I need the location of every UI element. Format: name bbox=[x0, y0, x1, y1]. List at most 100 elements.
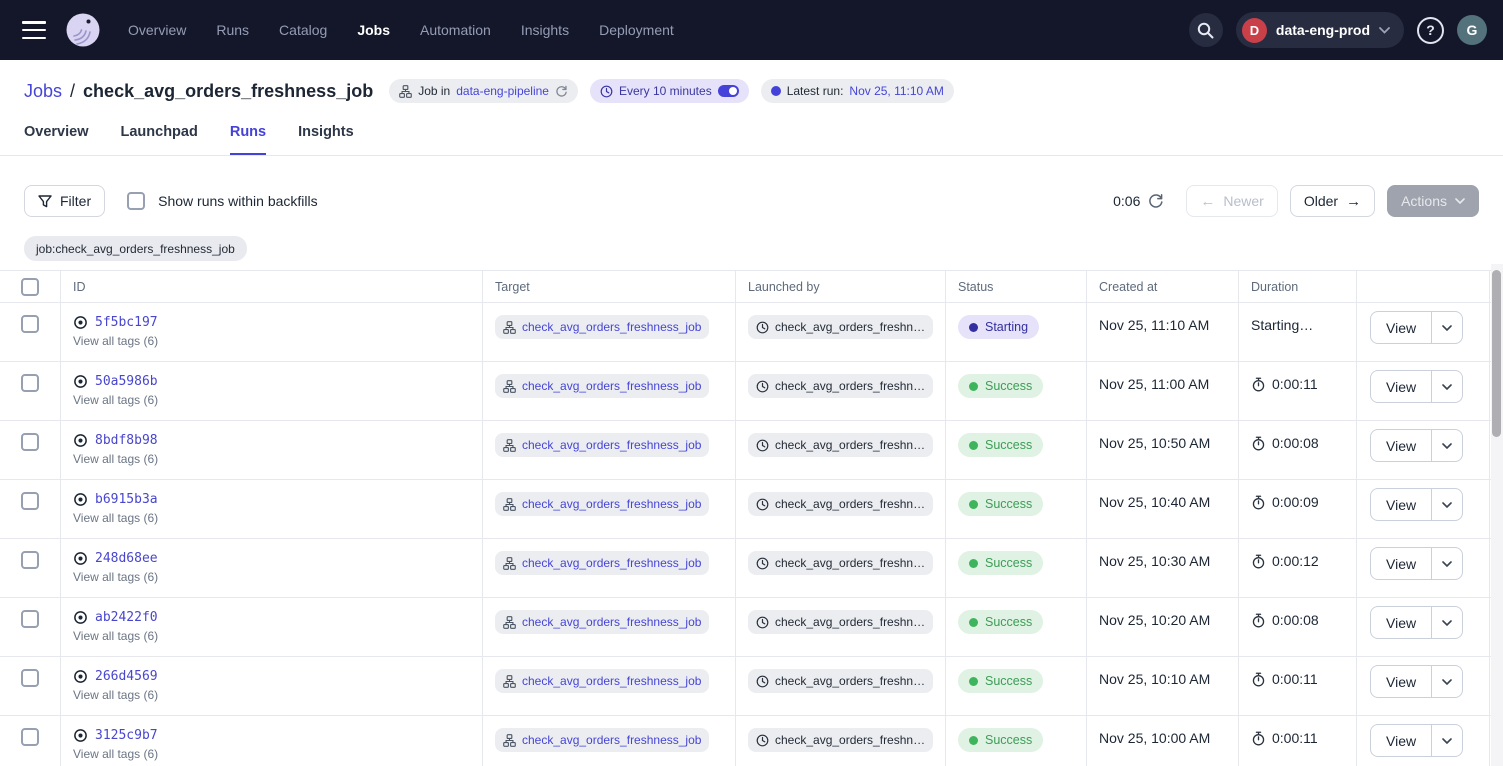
chevron-down-icon bbox=[1455, 198, 1465, 204]
older-button[interactable]: Older → bbox=[1290, 185, 1375, 217]
table-row: b6915b3a View all tags (6) check_avg_ord… bbox=[0, 480, 1503, 539]
topnav-link[interactable]: Runs bbox=[216, 22, 249, 38]
target-job-link[interactable]: check_avg_orders_freshness_job bbox=[522, 379, 701, 393]
view-run-button[interactable]: View bbox=[1371, 548, 1432, 579]
target-job-link[interactable]: check_avg_orders_freshness_job bbox=[522, 674, 701, 688]
hamburger-menu-icon[interactable] bbox=[22, 21, 46, 39]
row-checkbox[interactable] bbox=[21, 433, 39, 451]
refresh-countdown: 0:06 bbox=[1113, 193, 1164, 209]
scrollbar-thumb[interactable] bbox=[1492, 270, 1501, 437]
topnav-link[interactable]: Catalog bbox=[279, 22, 327, 38]
run-target-icon bbox=[73, 315, 88, 330]
view-dropdown-button[interactable] bbox=[1432, 666, 1462, 697]
show-backfills-checkbox[interactable] bbox=[127, 192, 145, 210]
row-checkbox[interactable] bbox=[21, 610, 39, 628]
table-scrollbar[interactable] bbox=[1491, 264, 1503, 766]
reload-icon[interactable] bbox=[555, 85, 568, 98]
launched-by-schedule[interactable]: check_avg_orders_freshn… bbox=[775, 556, 925, 570]
target-job-link[interactable]: check_avg_orders_freshness_job bbox=[522, 733, 701, 747]
view-dropdown-button[interactable] bbox=[1432, 489, 1462, 520]
user-avatar[interactable]: G bbox=[1457, 15, 1487, 45]
view-run-button[interactable]: View bbox=[1371, 607, 1432, 638]
launched-by-schedule[interactable]: check_avg_orders_freshn… bbox=[775, 497, 925, 511]
view-dropdown-button[interactable] bbox=[1432, 725, 1462, 756]
status-cell: Success bbox=[945, 362, 1086, 420]
view-run-button[interactable]: View bbox=[1371, 666, 1432, 697]
tab[interactable]: Overview bbox=[24, 118, 89, 155]
actions-button[interactable]: Actions bbox=[1387, 185, 1479, 217]
run-id-cell: b6915b3a View all tags (6) bbox=[60, 480, 482, 538]
launched-by-schedule[interactable]: check_avg_orders_freshn… bbox=[775, 320, 925, 334]
run-id-link[interactable]: 8bdf8b98 bbox=[95, 433, 158, 448]
target-job-link[interactable]: check_avg_orders_freshness_job bbox=[522, 497, 701, 511]
topnav-link[interactable]: Jobs bbox=[357, 22, 390, 38]
row-checkbox[interactable] bbox=[21, 492, 39, 510]
run-id-link[interactable]: b6915b3a bbox=[95, 492, 158, 507]
schedule-clock-icon bbox=[756, 557, 769, 570]
pipeline-link[interactable]: data-eng-pipeline bbox=[456, 84, 549, 98]
view-all-tags-link[interactable]: View all tags (6) bbox=[73, 570, 158, 584]
view-all-tags-link[interactable]: View all tags (6) bbox=[73, 334, 158, 348]
target-job-link[interactable]: check_avg_orders_freshness_job bbox=[522, 320, 701, 334]
view-run-button[interactable]: View bbox=[1371, 489, 1432, 520]
latest-run-link[interactable]: Nov 25, 11:10 AM bbox=[849, 84, 944, 98]
tab[interactable]: Launchpad bbox=[121, 118, 198, 155]
view-all-tags-link[interactable]: View all tags (6) bbox=[73, 629, 158, 643]
run-id-link[interactable]: 248d68ee bbox=[95, 551, 158, 566]
row-checkbox[interactable] bbox=[21, 374, 39, 392]
topnav-link[interactable]: Deployment bbox=[599, 22, 674, 38]
topnav-link[interactable]: Insights bbox=[521, 22, 569, 38]
view-split-button: View bbox=[1370, 370, 1463, 403]
run-id-link[interactable]: 5f5bc197 bbox=[95, 315, 158, 330]
dagster-logo-icon[interactable] bbox=[64, 11, 102, 49]
view-all-tags-link[interactable]: View all tags (6) bbox=[73, 747, 158, 761]
select-all-checkbox[interactable] bbox=[21, 278, 39, 296]
target-job-link[interactable]: check_avg_orders_freshness_job bbox=[522, 556, 701, 570]
view-dropdown-button[interactable] bbox=[1432, 607, 1462, 638]
view-dropdown-button[interactable] bbox=[1432, 371, 1462, 402]
view-all-tags-link[interactable]: View all tags (6) bbox=[73, 452, 158, 466]
schedule-clock-icon bbox=[756, 498, 769, 511]
view-all-tags-link[interactable]: View all tags (6) bbox=[73, 393, 158, 407]
newer-button[interactable]: ← Newer bbox=[1186, 185, 1277, 217]
breadcrumb-jobs-link[interactable]: Jobs bbox=[24, 81, 62, 102]
actions-label: Actions bbox=[1401, 193, 1447, 209]
view-all-tags-link[interactable]: View all tags (6) bbox=[73, 688, 158, 702]
run-id-link[interactable]: ab2422f0 bbox=[95, 610, 158, 625]
search-button[interactable] bbox=[1189, 13, 1223, 47]
view-run-button[interactable]: View bbox=[1371, 725, 1432, 756]
view-all-tags-link[interactable]: View all tags (6) bbox=[73, 511, 158, 525]
view-dropdown-button[interactable] bbox=[1432, 430, 1462, 461]
created-at: Nov 25, 10:00 AM bbox=[1099, 730, 1210, 746]
launched-by-schedule[interactable]: check_avg_orders_freshn… bbox=[775, 674, 925, 688]
topnav-link[interactable]: Overview bbox=[128, 22, 186, 38]
topnav-link[interactable]: Automation bbox=[420, 22, 491, 38]
view-run-button[interactable]: View bbox=[1371, 371, 1432, 402]
run-id-link[interactable]: 266d4569 bbox=[95, 669, 158, 684]
view-run-button[interactable]: View bbox=[1371, 312, 1432, 343]
row-checkbox[interactable] bbox=[21, 728, 39, 746]
row-checkbox[interactable] bbox=[21, 669, 39, 687]
launched-by-schedule[interactable]: check_avg_orders_freshn… bbox=[775, 615, 925, 629]
row-checkbox[interactable] bbox=[21, 551, 39, 569]
launched-by-schedule[interactable]: check_avg_orders_freshn… bbox=[775, 379, 925, 393]
filter-button[interactable]: Filter bbox=[24, 185, 105, 217]
launched-by-schedule[interactable]: check_avg_orders_freshn… bbox=[775, 438, 925, 452]
tab[interactable]: Insights bbox=[298, 118, 354, 155]
help-button[interactable]: ? bbox=[1417, 17, 1444, 44]
view-dropdown-button[interactable] bbox=[1432, 312, 1462, 343]
workspace-switcher[interactable]: D data-eng-prod bbox=[1236, 12, 1404, 48]
launched-by-schedule[interactable]: check_avg_orders_freshn… bbox=[775, 733, 925, 747]
tab[interactable]: Runs bbox=[230, 118, 266, 155]
run-id-link[interactable]: 50a5986b bbox=[95, 374, 158, 389]
run-id-link[interactable]: 3125c9b7 bbox=[95, 728, 158, 743]
view-dropdown-button[interactable] bbox=[1432, 548, 1462, 579]
target-job-link[interactable]: check_avg_orders_freshness_job bbox=[522, 438, 701, 452]
schedule-toggle[interactable] bbox=[718, 85, 739, 97]
job-filter-tag[interactable]: job:check_avg_orders_freshness_job bbox=[24, 236, 247, 261]
countdown-refresh-icon[interactable] bbox=[1148, 193, 1164, 209]
target-job-link[interactable]: check_avg_orders_freshness_job bbox=[522, 615, 701, 629]
row-checkbox[interactable] bbox=[21, 315, 39, 333]
actions-cell: View bbox=[1356, 303, 1490, 361]
view-run-button[interactable]: View bbox=[1371, 430, 1432, 461]
